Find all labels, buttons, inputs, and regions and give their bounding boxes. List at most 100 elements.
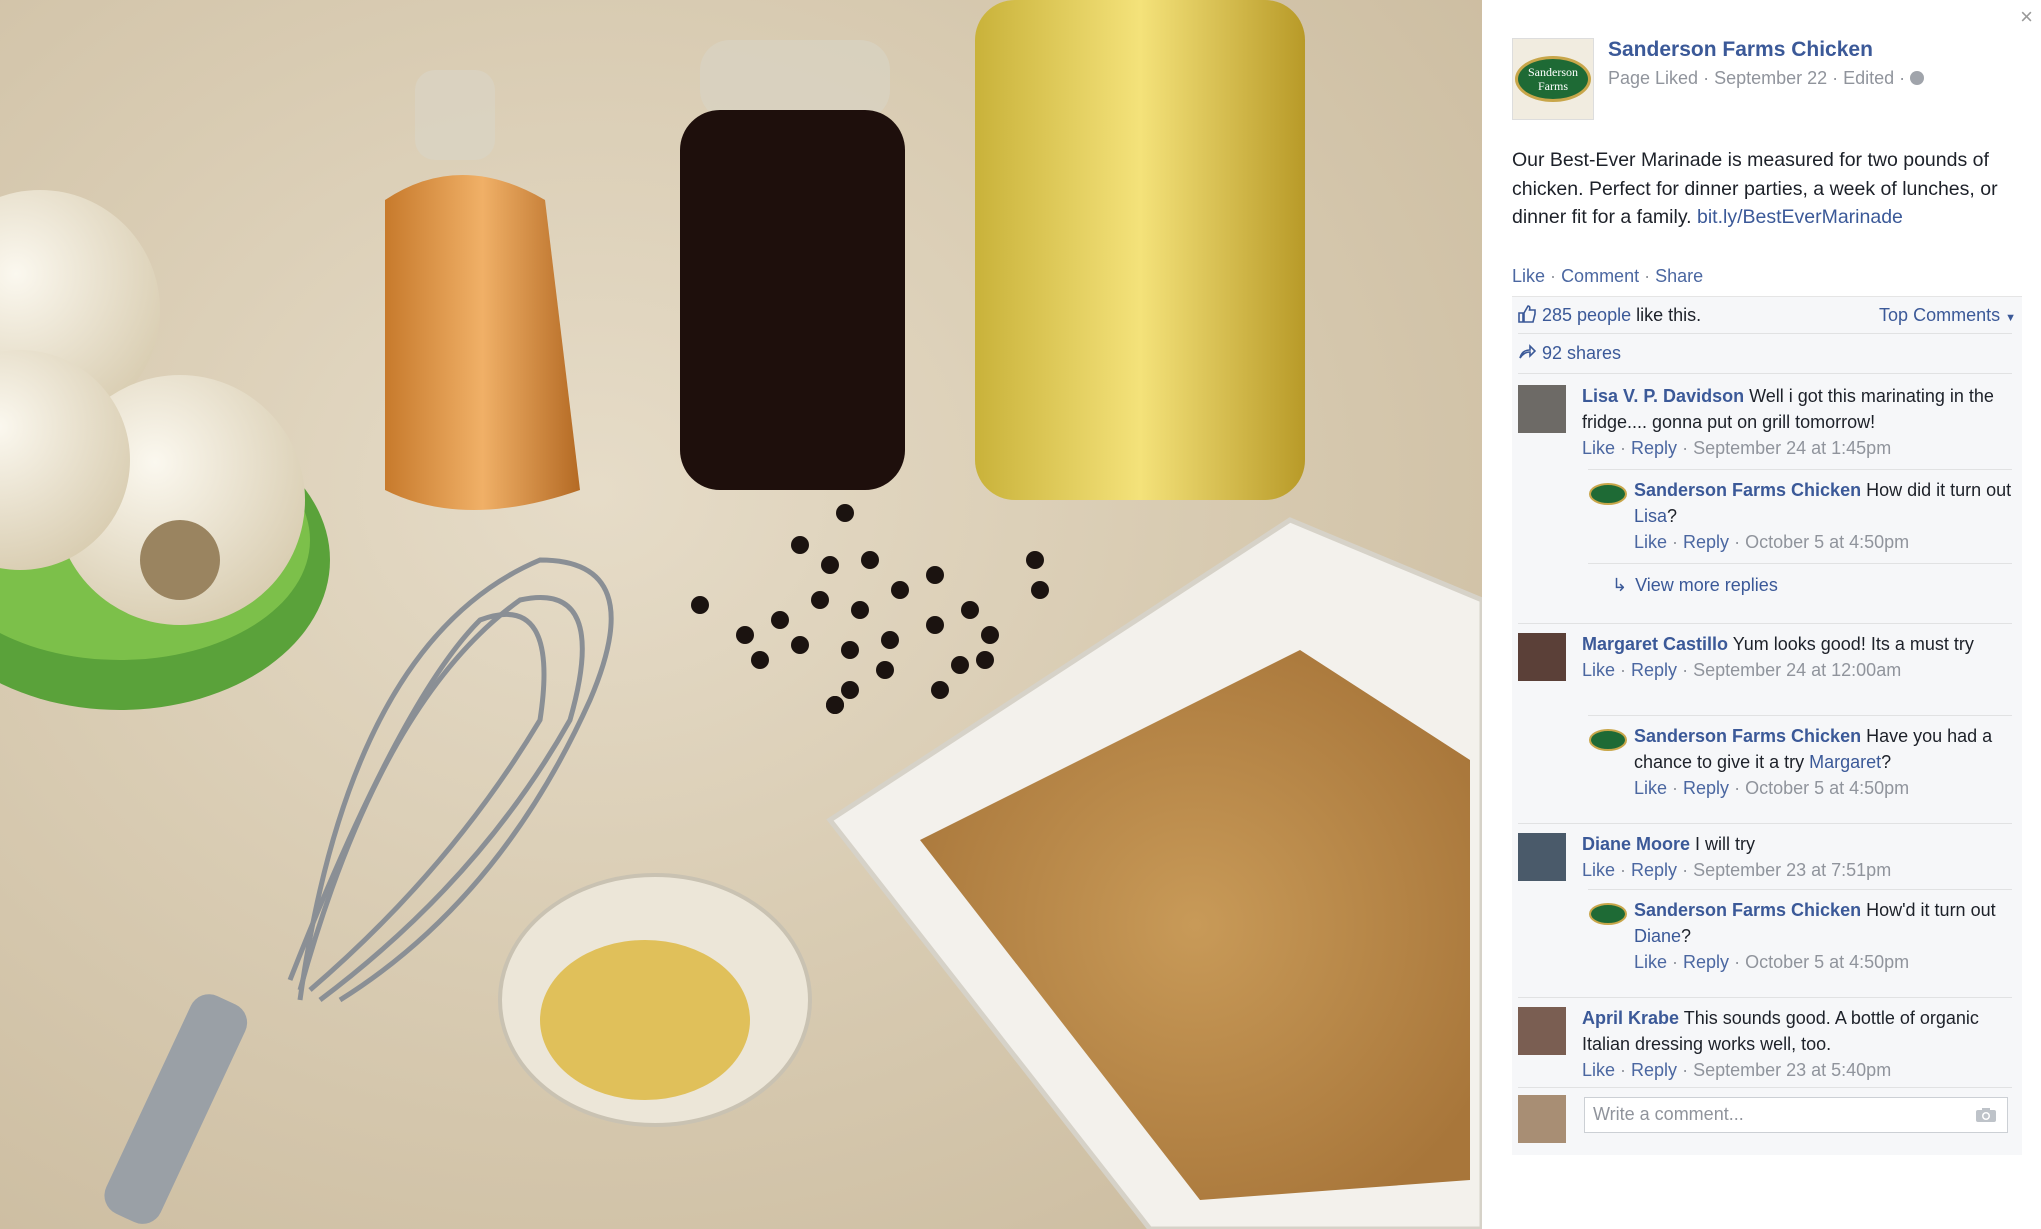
sanderson-reply-avatar[interactable]: [1588, 481, 1628, 507]
top-comments-label: Top Comments: [1879, 305, 2001, 325]
reply-text-end: ?: [1667, 506, 1678, 526]
comment-author[interactable]: Diane Moore: [1582, 834, 1690, 854]
comment-like-button[interactable]: Like: [1582, 1060, 1615, 1080]
marinade-ingredients-image: [0, 0, 1482, 1229]
comment-text: I will try: [1695, 834, 1756, 854]
comment: April Krabe This sounds good. A bottle o…: [1582, 1005, 2012, 1083]
reply-comment: Sanderson Farms Chicken How'd it turn ou…: [1634, 897, 2014, 975]
post-text: Our Best-Ever Marinade is measured for t…: [1512, 146, 2022, 232]
reply-meta: Like · Reply · October 5 at 4:50pm: [1634, 778, 1910, 798]
divider: [1518, 333, 2012, 334]
post-photo[interactable]: [0, 0, 1482, 1229]
reply-like-button[interactable]: Like: [1634, 952, 1667, 972]
post-meta: Page Liked · September 22 · Edited ·: [1608, 68, 1925, 89]
reply-like-button[interactable]: Like: [1634, 532, 1667, 552]
reply-mention[interactable]: Diane: [1634, 926, 1681, 946]
likes-count-link[interactable]: 285 people: [1542, 305, 1631, 325]
page-avatar[interactable]: Sanderson Farms: [1512, 38, 1594, 120]
comment-input-placeholder: Write a comment...: [1593, 1104, 1744, 1124]
page-name-link[interactable]: Sanderson Farms Chicken: [1608, 38, 1873, 62]
comment-action[interactable]: Comment: [1561, 266, 1639, 286]
comment-reply-button[interactable]: Reply: [1631, 660, 1677, 680]
divider: [1588, 889, 2012, 890]
comment-author[interactable]: April Krabe: [1582, 1008, 1679, 1028]
reply-text: How'd it turn out: [1866, 900, 1996, 920]
camera-icon[interactable]: [1975, 1107, 1997, 1123]
post-actions: Like · Comment · Share: [1512, 266, 1703, 287]
reply-mention[interactable]: Lisa: [1634, 506, 1667, 526]
comment-date[interactable]: September 24 at 12:00am: [1693, 660, 1901, 680]
comment-date[interactable]: September 23 at 7:51pm: [1693, 860, 1891, 880]
shares-count: 92 shares: [1542, 343, 1622, 363]
top-comments-dropdown[interactable]: Top Comments ▼: [1879, 305, 2016, 326]
reply-author[interactable]: Sanderson Farms Chicken: [1634, 900, 1861, 920]
post-meta-text: Page Liked · September 22 · Edited ·: [1608, 68, 1906, 88]
avatar[interactable]: [1518, 385, 1566, 433]
comment: Diane Moore I will try Like · Reply · Se…: [1582, 831, 2012, 883]
reply-text-end: ?: [1681, 926, 1692, 946]
comment-meta: Like · Reply · September 23 at 5:40pm: [1582, 1060, 1892, 1080]
reply-reply-button[interactable]: Reply: [1683, 532, 1729, 552]
like-action[interactable]: Like: [1512, 266, 1545, 286]
share-arrow-icon: [1519, 344, 1536, 359]
comment-like-button[interactable]: Like: [1582, 860, 1615, 880]
view-more-replies-link[interactable]: ↳ View more replies: [1612, 575, 1778, 596]
reply-reply-button[interactable]: Reply: [1683, 778, 1729, 798]
comment-input[interactable]: Write a comment...: [1584, 1097, 2008, 1133]
reply-author[interactable]: Sanderson Farms Chicken: [1634, 480, 1861, 500]
thumbs-up-icon: [1518, 305, 1536, 323]
comment-author[interactable]: Margaret Castillo: [1582, 634, 1728, 654]
sanderson-reply-avatar[interactable]: [1588, 727, 1628, 753]
sanderson-logo-icon: [1589, 729, 1627, 751]
sanderson-farms-logo: Sanderson Farms: [1515, 56, 1591, 102]
reply-date[interactable]: October 5 at 4:50pm: [1745, 952, 1909, 972]
separator-dot: ·: [1644, 266, 1651, 286]
reply-date[interactable]: October 5 at 4:50pm: [1745, 532, 1909, 552]
reply-author[interactable]: Sanderson Farms Chicken: [1634, 726, 1861, 746]
reply-date[interactable]: October 5 at 4:50pm: [1745, 778, 1909, 798]
globe-icon: [1910, 71, 1925, 85]
sanderson-reply-avatar[interactable]: [1588, 901, 1628, 927]
reply-mention[interactable]: Margaret: [1809, 752, 1881, 772]
comment-meta: Like · Reply · September 24 at 12:00am: [1582, 660, 1902, 680]
comment-reply-button[interactable]: Reply: [1631, 1060, 1677, 1080]
comment-meta: Like · Reply · September 24 at 1:45pm: [1582, 438, 1892, 458]
avatar[interactable]: [1518, 1007, 1566, 1055]
post-link[interactable]: bit.ly/BestEverMarinade: [1697, 206, 1903, 228]
comment-date[interactable]: September 23 at 5:40pm: [1693, 1060, 1891, 1080]
divider: [1588, 715, 2012, 716]
comment-date[interactable]: September 24 at 1:45pm: [1693, 438, 1891, 458]
likes-suffix: like this.: [1636, 305, 1702, 325]
sanderson-logo-icon: [1589, 483, 1627, 505]
reply-text-end: ?: [1881, 752, 1892, 772]
view-more-label: View more replies: [1635, 575, 1778, 595]
reply-reply-button[interactable]: Reply: [1683, 952, 1729, 972]
comment: Lisa V. P. Davidson Well i got this mari…: [1582, 383, 2012, 461]
separator-dot: ·: [1550, 266, 1557, 286]
comment-meta: Like · Reply · September 23 at 7:51pm: [1582, 860, 1892, 880]
post-side-panel: × Sanderson Farms Sanderson Farms Chicke…: [1482, 0, 2041, 1229]
divider: [1518, 997, 2012, 998]
reply-like-button[interactable]: Like: [1634, 778, 1667, 798]
reply-meta: Like · Reply · October 5 at 4:50pm: [1634, 952, 1910, 972]
close-icon[interactable]: ×: [2020, 6, 2033, 28]
current-user-avatar[interactable]: [1518, 1095, 1566, 1143]
reply-comment: Sanderson Farms Chicken How did it turn …: [1634, 477, 2014, 555]
divider: [1518, 823, 2012, 824]
divider: [1518, 1087, 2012, 1088]
comment-reply-button[interactable]: Reply: [1631, 438, 1677, 458]
divider: [1588, 469, 2012, 470]
comment-text: Yum looks good! Its a must try: [1732, 634, 1974, 654]
comment-author[interactable]: Lisa V. P. Davidson: [1582, 386, 1744, 406]
shares-link[interactable]: 92 shares: [1518, 343, 1621, 364]
share-action[interactable]: Share: [1655, 266, 1703, 286]
divider: [1588, 563, 2012, 564]
avatar[interactable]: [1518, 833, 1566, 881]
comment-like-button[interactable]: Like: [1582, 660, 1615, 680]
comment-reply-button[interactable]: Reply: [1631, 860, 1677, 880]
caret-down-icon: ▼: [2005, 312, 2016, 324]
comment-like-button[interactable]: Like: [1582, 438, 1615, 458]
reply-meta: Like · Reply · October 5 at 4:50pm: [1634, 532, 1910, 552]
reply-text: How did it turn out: [1866, 480, 2012, 500]
avatar[interactable]: [1518, 633, 1566, 681]
